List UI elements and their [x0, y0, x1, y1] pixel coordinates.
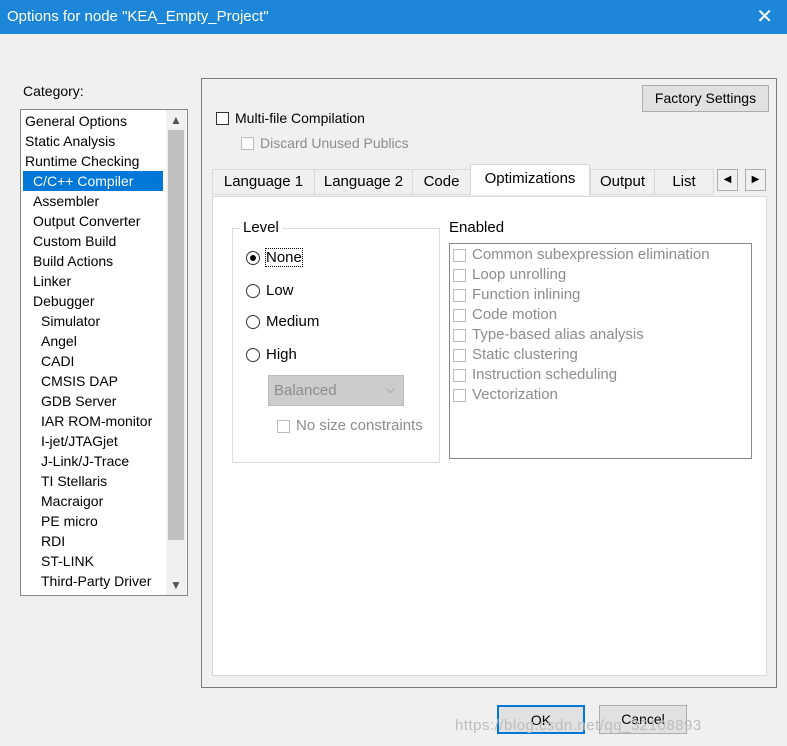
tab-code[interactable]: Code — [412, 169, 471, 195]
enabled-option-checkbox[interactable] — [453, 389, 466, 402]
enabled-option-label: Type-based alias analysis — [472, 326, 644, 343]
level-none-label[interactable]: None — [265, 248, 303, 267]
category-item[interactable]: CADI — [39, 351, 78, 371]
enabled-option-label: Function inlining — [472, 286, 581, 303]
category-list[interactable]: General Options Static Analysis Runtime Ch… — [20, 109, 188, 596]
enabled-title: Enabled — [449, 219, 505, 236]
level-low-radio[interactable] — [246, 284, 260, 298]
scroll-down-icon[interactable]: ▼ — [166, 575, 186, 595]
level-group: Level None Low Medium High Balanced ⌵ No… — [232, 219, 440, 463]
enabled-option-checkbox[interactable] — [453, 289, 466, 302]
category-item[interactable]: Runtime Checking — [23, 151, 143, 171]
discard-label: Discard Unused Publics — [260, 135, 409, 151]
category-item[interactable]: RDI — [39, 531, 69, 551]
level-group-title: Level — [240, 219, 282, 236]
multifile-label: Multi-file Compilation — [235, 110, 365, 126]
tab-language-2[interactable]: Language 2 — [314, 169, 413, 195]
no-size-constraints-checkbox[interactable] — [277, 420, 290, 433]
enabled-option-checkbox[interactable] — [453, 329, 466, 342]
category-item[interactable]: IAR ROM-monitor — [39, 411, 156, 431]
tab-output[interactable]: Output — [590, 169, 655, 195]
options-panel: Factory Settings Multi-file Compilation … — [201, 78, 777, 688]
enabled-option-label: Vectorization — [472, 386, 558, 403]
level-medium-radio[interactable] — [246, 315, 260, 329]
category-item[interactable]: Simulator — [39, 311, 104, 331]
category-item[interactable]: C/C++ Compiler — [23, 171, 163, 191]
category-item[interactable]: ST-LINK — [39, 551, 98, 571]
title-bar: Options for node "KEA_Empty_Project" ✕ — [0, 0, 787, 34]
tab-language-1[interactable]: Language 1 — [212, 169, 315, 195]
tab-optimizations[interactable]: Optimizations — [470, 164, 590, 195]
enabled-option-label: Common subexpression elimination — [472, 246, 710, 263]
category-item[interactable]: PE micro — [39, 511, 102, 531]
category-item[interactable]: Angel — [39, 331, 81, 351]
category-label: Category: — [23, 83, 84, 99]
category-item[interactable]: General Options — [23, 111, 131, 131]
optimizations-page: Level None Low Medium High Balanced ⌵ No… — [212, 196, 767, 676]
no-size-constraints-label: No size constraints — [296, 417, 423, 434]
close-icon[interactable]: ✕ — [756, 4, 773, 29]
category-item[interactable]: J-Link/J-Trace — [39, 451, 133, 471]
category-scrollbar[interactable]: ▲ ▼ — [166, 110, 186, 595]
enabled-option-label: Loop unrolling — [472, 266, 567, 283]
category-item[interactable]: Macraigor — [39, 491, 107, 511]
scroll-up-icon[interactable]: ▲ — [166, 110, 186, 130]
enabled-option-checkbox[interactable] — [453, 269, 466, 282]
multifile-checkbox[interactable] — [216, 112, 229, 125]
high-mode-select[interactable]: Balanced ⌵ — [268, 375, 404, 406]
enabled-option-label: Instruction scheduling — [472, 366, 618, 383]
window-title: Options for node "KEA_Empty_Project" — [7, 8, 269, 25]
enabled-option-label: Code motion — [472, 306, 558, 323]
category-item[interactable]: Debugger — [31, 291, 99, 311]
enabled-option-checkbox[interactable] — [453, 309, 466, 322]
enabled-option-label: Static clustering — [472, 346, 578, 363]
high-mode-value: Balanced — [274, 382, 337, 399]
enabled-option-checkbox[interactable] — [453, 349, 466, 362]
category-item[interactable]: Third-Party Driver — [39, 571, 155, 591]
scroll-thumb[interactable] — [168, 130, 184, 540]
factory-settings-button[interactable]: Factory Settings — [642, 85, 769, 112]
category-item[interactable]: Linker — [31, 271, 75, 291]
category-item[interactable]: TI Stellaris — [39, 471, 111, 491]
tab-scroll-right-icon[interactable]: ▶ — [745, 169, 766, 191]
category-item[interactable]: Static Analysis — [23, 131, 119, 151]
discard-checkbox[interactable] — [241, 137, 254, 150]
watermark: https://blog.csdn.net/qq_32108893 — [455, 717, 702, 734]
enabled-option-checkbox[interactable] — [453, 249, 466, 262]
category-item[interactable]: Assembler — [31, 191, 103, 211]
level-low-label[interactable]: Low — [266, 282, 294, 299]
level-none-radio[interactable] — [246, 251, 260, 265]
level-high-radio[interactable] — [246, 348, 260, 362]
enabled-option-checkbox[interactable] — [453, 369, 466, 382]
category-item[interactable]: Custom Build — [31, 231, 120, 251]
category-item[interactable]: CMSIS DAP — [39, 371, 122, 391]
enabled-optimizations-list[interactable]: Common subexpression elimination Loop unr… — [449, 243, 752, 459]
chevron-down-icon: ⌵ — [385, 382, 395, 396]
category-item[interactable]: I-jet/JTAGjet — [39, 431, 122, 451]
level-high-label[interactable]: High — [266, 346, 297, 363]
tab-list[interactable]: List — [654, 169, 714, 195]
tab-scroll-left-icon[interactable]: ◀ — [717, 169, 738, 191]
level-medium-label[interactable]: Medium — [266, 313, 319, 330]
category-item[interactable]: Build Actions — [31, 251, 117, 271]
category-item[interactable]: GDB Server — [39, 391, 120, 411]
category-item[interactable]: Output Converter — [31, 211, 144, 231]
